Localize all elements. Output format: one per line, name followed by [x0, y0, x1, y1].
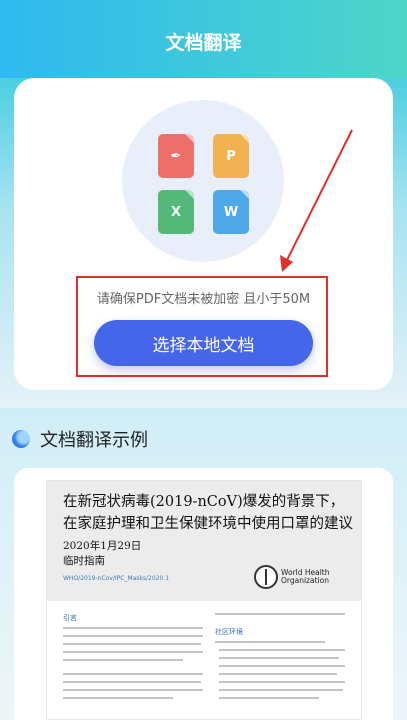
right-column-heading: 社区环境 — [215, 628, 243, 636]
text-line — [219, 665, 345, 667]
text-line — [63, 627, 203, 629]
text-line — [219, 673, 337, 675]
text-line — [63, 659, 183, 661]
example-section-header: 文档翻译示例 — [12, 426, 148, 452]
text-line — [63, 697, 173, 699]
text-line — [219, 657, 339, 659]
document-date-block: 2020年1月29日 临时指南 — [63, 539, 141, 569]
document-date: 2020年1月29日 — [63, 540, 142, 552]
text-line — [219, 697, 319, 699]
text-line — [63, 673, 203, 675]
who-name: World Health Organization — [281, 568, 330, 585]
text-line — [215, 641, 325, 643]
text-line — [63, 651, 203, 653]
text-line — [63, 689, 203, 691]
text-line — [219, 649, 345, 651]
example-document[interactable]: 在新冠状病毒(2019-nCoV)爆发的背景下，在家庭护理和卫生保健环境中使用口… — [46, 480, 362, 720]
bullet-dot-icon — [12, 430, 30, 448]
text-line — [63, 681, 201, 683]
document-subtitle: 临时指南 — [63, 555, 105, 567]
left-column-heading: 引言 — [63, 614, 77, 622]
text-line — [219, 689, 343, 691]
text-line — [63, 635, 203, 637]
example-section-title: 文档翻译示例 — [40, 430, 148, 451]
text-line — [63, 643, 201, 645]
who-logo-icon — [254, 565, 278, 589]
document-ref: WHO/2019-nCov/IPC_Masks/2020.1 — [63, 575, 170, 582]
document-title: 在新冠状病毒(2019-nCoV)爆发的背景下，在家庭护理和卫生保健环境中使用口… — [63, 494, 353, 532]
text-line — [219, 681, 345, 683]
text-line — [215, 613, 345, 615]
